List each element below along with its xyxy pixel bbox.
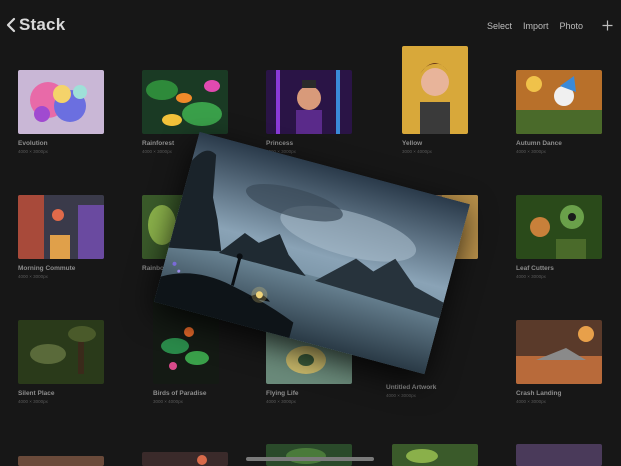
artwork-thumbnail [142,452,228,466]
select-button[interactable]: Select [487,21,512,31]
artwork-thumbnail [18,320,104,384]
artwork-thumbnail [18,195,104,259]
gallery-screen: Stack Select Import Photo Evolution 4000… [0,0,621,466]
artwork-dimensions: 4000 × 3000px [18,149,48,154]
artwork-tile[interactable] [266,444,352,466]
artwork-tile[interactable] [516,444,602,466]
artwork-tile[interactable] [18,456,104,466]
artwork-title: Silent Place [18,390,55,397]
artwork-tile[interactable]: Untitled Artwork 4000 × 3000px [386,368,472,398]
artwork-title: Yellow [402,140,423,147]
artwork-dimensions: 4000 × 3000px [386,393,416,398]
artwork-title: Autumn Dance [516,140,562,147]
artwork-tile[interactable]: Silent Place 4000 × 3000px [18,320,104,404]
artwork-tile[interactable] [392,444,478,466]
top-bar: Stack Select Import Photo [0,0,621,48]
artwork-title: Birds of Paradise [153,390,207,397]
chevron-left-icon [6,17,16,33]
artwork-title: Morning Commute [18,265,76,272]
artwork-thumbnail [516,444,602,466]
artwork-tile[interactable]: Autumn Dance 4000 × 3000px [516,70,602,154]
artwork-tile[interactable]: Crash Landing 4000 × 3000px [516,320,602,404]
artwork-dimensions: 3000 × 4000px [153,399,183,404]
artwork-thumbnail [516,70,602,134]
artwork-tile[interactable]: Yellow 3000 × 4000px [402,46,468,154]
artwork-thumbnail [266,70,352,134]
artwork-title: Leaf Cutters [516,265,554,272]
plus-icon[interactable] [602,20,613,31]
artwork-dimensions: 4000 × 3000px [516,274,546,279]
import-button[interactable]: Import [523,21,549,31]
artwork-thumbnail [18,456,104,466]
artwork-thumbnail [402,46,468,134]
artwork-tile[interactable] [142,452,228,466]
artwork-dimensions: 4000 × 3000px [18,274,48,279]
home-indicator [246,457,374,461]
artwork-dimensions: 3000 × 4000px [402,149,432,154]
artwork-thumbnail [516,195,602,259]
photo-button[interactable]: Photo [559,21,583,31]
artwork-thumbnail [516,320,602,384]
artwork-title: Flying Life [266,390,299,397]
artwork-tile[interactable]: Princess 4000 × 3000px [266,70,352,154]
artwork-title: Crash Landing [516,390,562,397]
toolbar-actions: Select Import Photo [487,20,613,31]
artwork-dimensions: 4000 × 3000px [516,399,546,404]
artwork-title: Untitled Artwork [386,384,437,391]
artwork-thumbnail [266,444,352,466]
artwork-tile[interactable]: Evolution 4000 × 3000px [18,70,104,154]
artwork-title: Princess [266,140,294,147]
stack-title: Stack [19,15,66,34]
artwork-title: Evolution [18,140,48,147]
artwork-tile[interactable]: Morning Commute 4000 × 3000px [18,195,104,279]
artwork-tile[interactable]: Leaf Cutters 4000 × 3000px [516,195,602,279]
artwork-dimensions: 4000 × 3000px [266,399,296,404]
back-to-gallery-button[interactable]: Stack [6,15,65,35]
artwork-thumbnail [142,70,228,134]
artwork-thumbnail [392,444,478,466]
artwork-thumbnail [18,70,104,134]
artwork-dimensions: 4000 × 3000px [18,399,48,404]
artwork-dimensions: 4000 × 3000px [516,149,546,154]
